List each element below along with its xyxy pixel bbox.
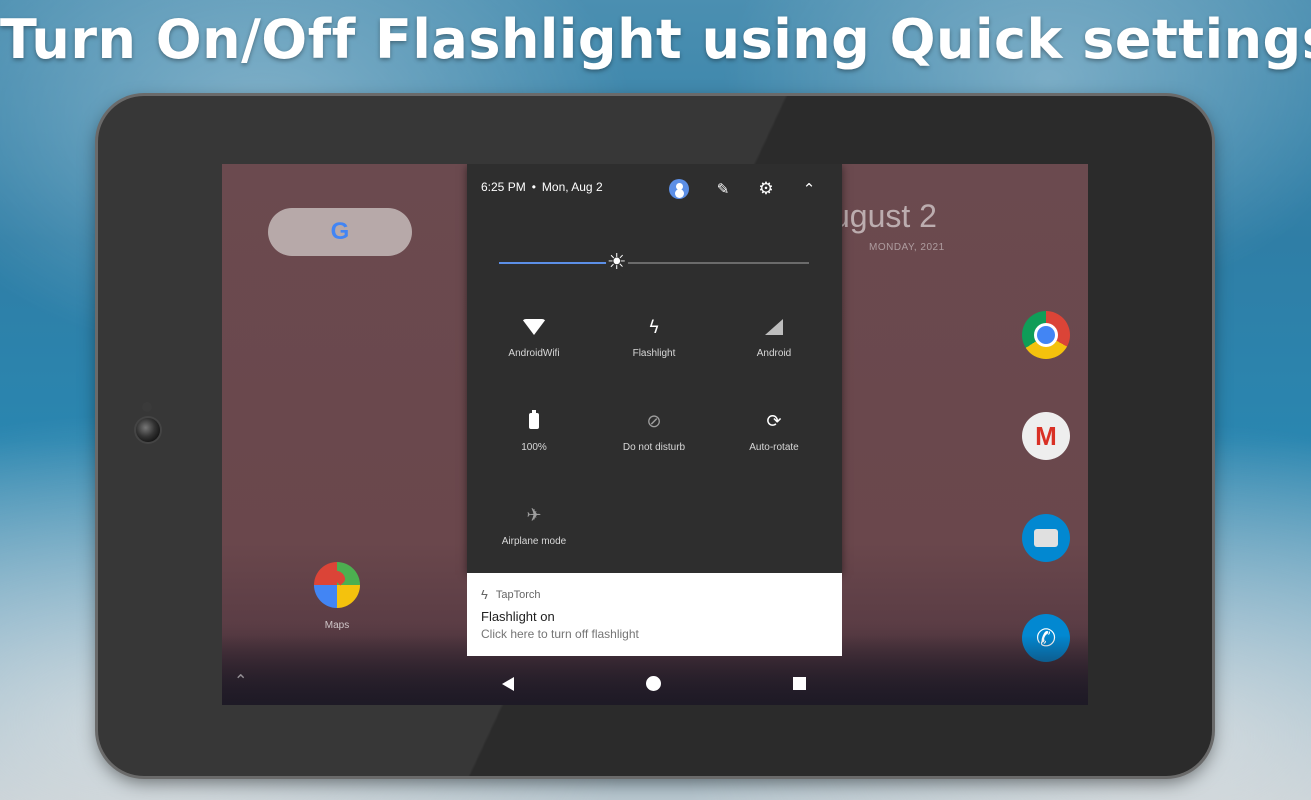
do-not-disturb-icon: ⊘: [646, 410, 662, 432]
notification-text: Click here to turn off flashlight: [481, 627, 639, 641]
tile-flashlight[interactable]: ϟ Flashlight: [594, 314, 714, 360]
chevron-up-icon[interactable]: ⌃: [798, 178, 820, 200]
notification-app-name: TapTorch: [495, 588, 541, 601]
notification-app: ϟ TapTorch: [481, 587, 541, 602]
gear-icon[interactable]: ⚙: [755, 178, 777, 200]
tile-auto-rotate[interactable]: ⟳ Auto-rotate: [714, 408, 834, 454]
front-camera: [136, 418, 160, 442]
auto-rotate-icon: ⟳: [766, 410, 782, 432]
tile-label: Android: [756, 348, 792, 359]
tile-airplane-mode[interactable]: ✈ Airplane mode: [474, 502, 594, 548]
status-date: Mon, Aug 2: [541, 180, 603, 194]
recents-button[interactable]: [793, 677, 806, 690]
tile-label: Airplane mode: [501, 536, 567, 547]
tile-label: Do not disturb: [622, 442, 686, 453]
gmail-icon[interactable]: M: [1022, 412, 1070, 460]
tile-wifi[interactable]: AndroidWifi: [474, 314, 594, 359]
tile-label: Auto-rotate: [749, 442, 799, 453]
pencil-icon[interactable]: ✎: [712, 178, 734, 200]
brightness-slider-fill: [499, 262, 617, 264]
home-button[interactable]: [646, 676, 661, 691]
back-button[interactable]: [502, 677, 514, 691]
flashlight-icon: ϟ: [648, 316, 660, 338]
google-logo-icon: G: [330, 218, 350, 245]
messages-icon[interactable]: [1022, 514, 1070, 562]
tile-label: AndroidWifi: [508, 348, 560, 359]
user-icon[interactable]: [668, 178, 690, 200]
brightness-slider[interactable]: [499, 262, 809, 264]
airplane-icon: ✈: [526, 504, 542, 526]
quick-settings-panel: 6:25 PM • Mon, Aug 2 ✎ ⚙ ⌃ ☀ AndroidWifi ϟ…: [467, 164, 842, 573]
tile-label: Flashlight: [632, 348, 676, 359]
wifi-icon: [474, 314, 594, 340]
banner-title: Turn On/Off Flashlight using Quick setti…: [0, 8, 1311, 71]
status-time: 6:25 PM: [481, 180, 526, 194]
app-label: Maps: [324, 620, 350, 631]
notification-title: Flashlight on: [481, 609, 555, 624]
status-header: 6:25 PM • Mon, Aug 2: [481, 180, 603, 194]
app-maps[interactable]: Maps: [312, 562, 362, 631]
flashlight-icon: ϟ: [481, 587, 488, 602]
tile-battery[interactable]: 100%: [474, 408, 594, 453]
chevron-up-icon[interactable]: ⌃: [234, 671, 247, 690]
tablet-device: G ugust 2 MONDAY, 2021 Maps M ✆ 6:25 PM•…: [98, 96, 1212, 776]
battery-icon: [474, 408, 594, 434]
chrome-icon[interactable]: [1022, 311, 1070, 359]
tile-cellular[interactable]: Android: [714, 314, 834, 359]
cellular-signal-icon: [714, 314, 834, 340]
front-sensor: [142, 402, 152, 412]
brightness-icon[interactable]: ☀: [605, 252, 628, 274]
tile-label: 100%: [521, 442, 547, 453]
clock-widget-date: ugust 2: [832, 198, 937, 234]
device-screen: G ugust 2 MONDAY, 2021 Maps M ✆ 6:25 PM•…: [222, 164, 1088, 705]
navigation-bar: ⌃: [222, 665, 1088, 705]
tile-do-not-disturb[interactable]: ⊘ Do not disturb: [594, 408, 714, 454]
maps-icon: [314, 562, 360, 608]
separator-dot: •: [531, 180, 536, 194]
notification-taptorch[interactable]: ϟ TapTorch Flashlight on Click here to t…: [467, 573, 842, 656]
google-search-widget[interactable]: G: [268, 208, 412, 256]
clock-widget-weekday: MONDAY, 2021: [869, 242, 945, 253]
